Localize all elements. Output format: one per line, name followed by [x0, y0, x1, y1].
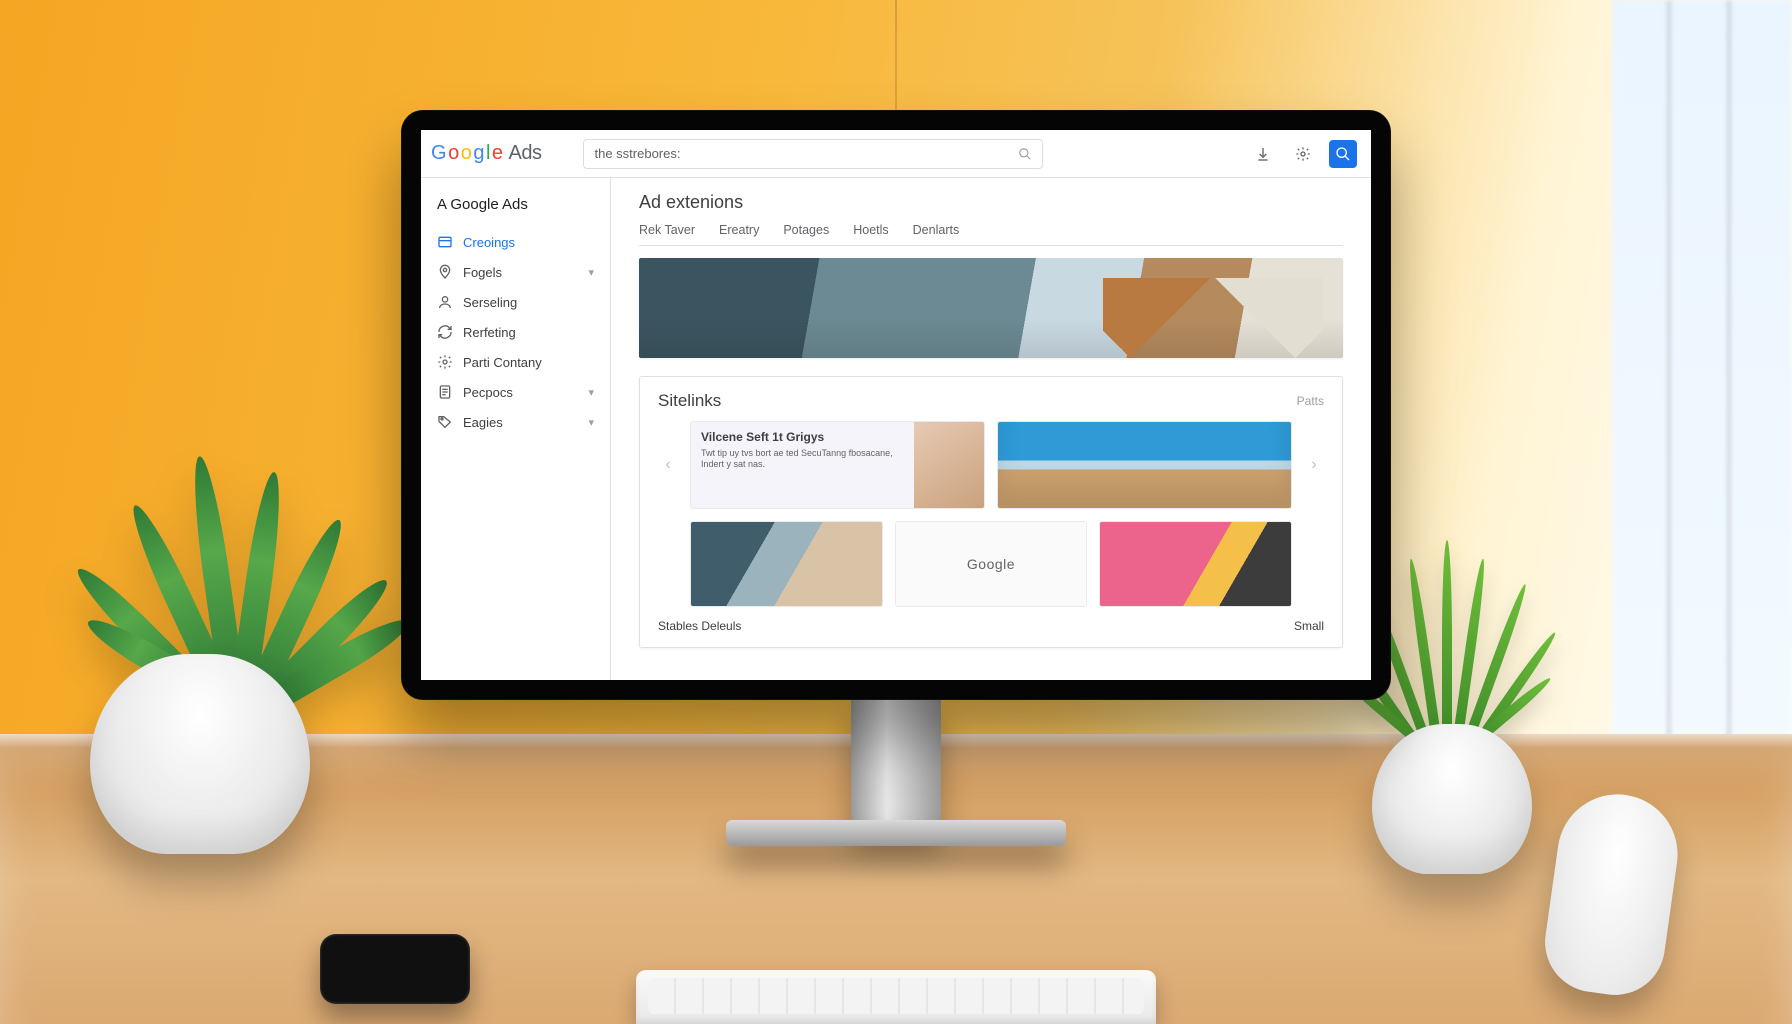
panel-header: Sitelinks Patts [658, 391, 1324, 411]
gear-icon [437, 354, 453, 370]
image-card-house[interactable] [997, 421, 1292, 509]
sidebar-item-label: Parti Contany [463, 355, 542, 370]
feature-card[interactable]: Vilcene Seft 1t Grigys Twt tip uy tvs bo… [690, 421, 985, 509]
product-logo: Google Ads [431, 142, 541, 165]
carousel-next[interactable]: › [1304, 421, 1324, 509]
search-button[interactable] [1329, 140, 1357, 168]
chevron-down-icon: ▾ [588, 386, 594, 399]
doc-icon [437, 384, 453, 400]
monitor: Google Ads the sstrebores: [401, 110, 1391, 700]
carousel-prev[interactable]: ‹ [658, 421, 678, 509]
search-icon[interactable] [1018, 147, 1032, 161]
download-icon[interactable] [1249, 140, 1277, 168]
product-logo-suffix: Ads [509, 142, 542, 165]
sidebar-item-creoings[interactable]: Creoings [421, 227, 610, 257]
phone [320, 934, 470, 1004]
sidebar-item-label: Eagies [463, 415, 503, 430]
sidebar-item-pecpocs[interactable]: Pecpocs ▾ [421, 377, 610, 407]
sidebar-item-serseling[interactable]: Serseling [421, 287, 610, 317]
gear-icon[interactable] [1289, 140, 1317, 168]
main: Ad extenions Rek Taver Ereatry Potages H… [611, 178, 1371, 680]
panel-footer: Stables Deleuls Small [658, 619, 1324, 633]
feature-card-body: Twt tip uy tvs bort ae ted SecuTanng fbo… [701, 448, 904, 471]
sidebar-item-rerfeting[interactable]: Rerfeting [421, 317, 610, 347]
sidebar-title: A Google Ads [421, 190, 610, 227]
tab-denlarts[interactable]: Denlarts [913, 223, 960, 237]
panel-footer-left[interactable]: Stables Deleuls [658, 619, 741, 633]
panel-meta[interactable]: Patts [1297, 394, 1324, 408]
sidebar-item-label: Serseling [463, 295, 517, 310]
search-input[interactable]: the sstrebores: [583, 139, 1043, 169]
topbar: Google Ads the sstrebores: [421, 130, 1371, 178]
scene: Google Ads the sstrebores: [0, 0, 1792, 1024]
feature-card-image [914, 422, 984, 508]
sidebar: A Google Ads Creoings Fogels ▾ Serseling [421, 178, 611, 680]
monitor-stand-base [726, 820, 1066, 846]
tab-ereatry[interactable]: Ereatry [719, 223, 759, 237]
keyboard [636, 970, 1156, 1024]
layout: A Google Ads Creoings Fogels ▾ Serseling [421, 178, 1371, 680]
search-input-value: the sstrebores: [594, 146, 1018, 161]
tab-hoetls[interactable]: Hoetls [853, 223, 888, 237]
sidebar-item-label: Creoings [463, 235, 515, 250]
chevron-down-icon: ▾ [588, 266, 594, 279]
tag-icon [437, 414, 453, 430]
panel-title: Sitelinks [658, 391, 721, 411]
sitelinks-panel: Sitelinks Patts ‹ Vilcene Seft 1t Grigys… [639, 376, 1343, 648]
topbar-actions [1249, 140, 1357, 168]
card-row-primary: ‹ Vilcene Seft 1t Grigys Twt tip uy tvs … [658, 421, 1324, 509]
image-card-people[interactable] [690, 521, 883, 607]
page-title: Ad extenions [639, 192, 1343, 213]
chevron-down-icon: ▾ [588, 416, 594, 429]
pot-right [1372, 724, 1532, 874]
card-icon [437, 234, 453, 250]
app-screen: Google Ads the sstrebores: [421, 130, 1371, 680]
note-card-label: Google [967, 556, 1015, 572]
refresh-icon [437, 324, 453, 340]
tab-potages[interactable]: Potages [783, 223, 829, 237]
tabs: Rek Taver Ereatry Potages Hoetls Denlart… [639, 223, 1343, 246]
sidebar-item-fogels[interactable]: Fogels ▾ [421, 257, 610, 287]
panel-footer-right[interactable]: Small [1294, 619, 1324, 633]
monitor-stand-arm [851, 700, 941, 830]
sidebar-item-label: Pecpocs [463, 385, 513, 400]
pot-left [90, 654, 310, 854]
sidebar-item-eagies[interactable]: Eagies ▾ [421, 407, 610, 437]
feature-card-heading: Vilcene Seft 1t Grigys [701, 430, 904, 444]
plant-left [60, 314, 360, 694]
person-icon [437, 294, 453, 310]
sidebar-item-parti-contany[interactable]: Parti Contany [421, 347, 610, 377]
hero-image [639, 258, 1343, 358]
image-card-note[interactable]: Google [895, 521, 1088, 607]
pin-icon [437, 264, 453, 280]
card-row-secondary: ‹ Google › [658, 521, 1324, 607]
image-card-brand[interactable] [1099, 521, 1292, 607]
sidebar-item-label: Fogels [463, 265, 502, 280]
sidebar-item-label: Rerfeting [463, 325, 516, 340]
tab-rek-taver[interactable]: Rek Taver [639, 223, 695, 237]
